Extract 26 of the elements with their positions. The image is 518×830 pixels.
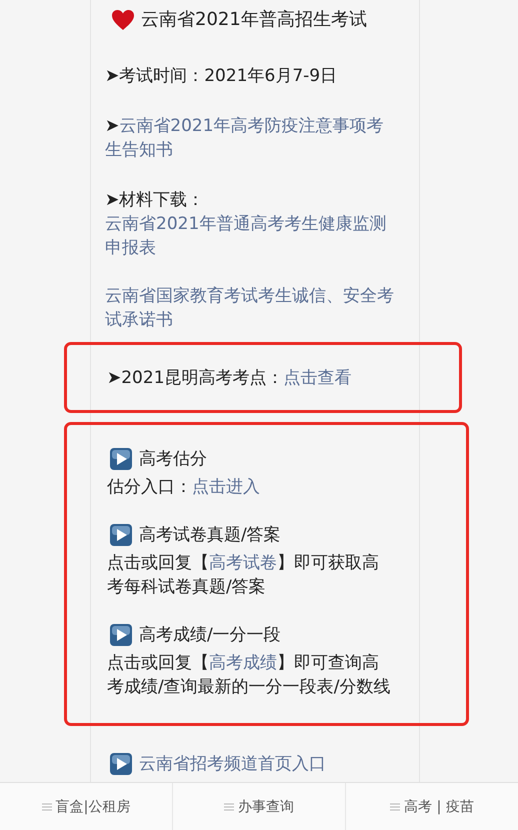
service-description: 点击或回复【高考试卷】即可获取高考每科试卷真题/答案 bbox=[107, 552, 380, 599]
download-link[interactable]: 云南省2021年普通高考考生健康监测申报表 bbox=[105, 212, 399, 260]
play-icon bbox=[109, 523, 133, 547]
exam-sites-label: ➤2021昆明高考考点： bbox=[107, 368, 284, 388]
heart-icon bbox=[111, 9, 135, 31]
download-link[interactable]: 云南省国家教育考试考生诚信、安全考试承诺书 bbox=[105, 284, 399, 332]
view-link[interactable]: 点击查看 bbox=[284, 368, 352, 388]
home-link[interactable]: 云南省招考频道首页入口 bbox=[139, 752, 326, 776]
play-icon bbox=[109, 623, 133, 647]
service-link[interactable]: 高考试卷 bbox=[209, 553, 277, 573]
menu-icon bbox=[390, 802, 400, 810]
notice-link[interactable]: ➤云南省2021年高考防疫注意事项考生告知书 bbox=[105, 114, 399, 162]
section-title: 云南省2021年普高招生考试 bbox=[141, 8, 367, 32]
exam-time: ➤考试时间：2021年6月7-9日 bbox=[105, 65, 338, 88]
play-icon bbox=[109, 447, 133, 471]
service-heading: 高考成绩/一分一段 bbox=[139, 624, 281, 647]
service-description: 估分入口：点击进入 bbox=[107, 476, 261, 499]
service-link[interactable]: 高考成绩 bbox=[209, 653, 277, 673]
service-heading: 高考估分 bbox=[139, 448, 207, 471]
service-description: 点击或回复【高考成绩】即可查询高考成绩/查询最新的一分一段表/分数线 bbox=[107, 652, 392, 699]
service-link[interactable]: 点击进入 bbox=[192, 477, 260, 497]
materials-label: ➤材料下载： bbox=[105, 189, 206, 212]
menu-icon bbox=[42, 802, 52, 810]
menu-icon bbox=[224, 802, 234, 810]
play-icon bbox=[109, 752, 133, 776]
service-heading: 高考试卷真题/答案 bbox=[139, 524, 281, 547]
